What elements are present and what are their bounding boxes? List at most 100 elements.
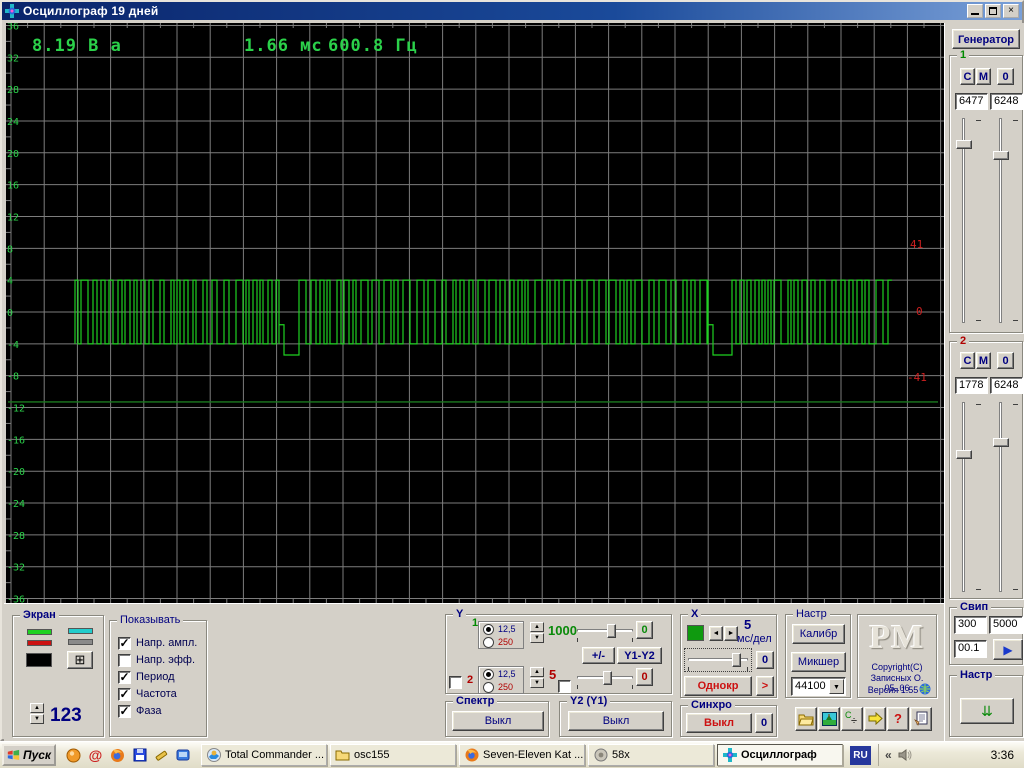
spectrum-toggle-button[interactable]: Выкл	[452, 711, 544, 731]
start-button[interactable]: Пуск	[2, 744, 56, 766]
y1-y2-button[interactable]: Y1-Y2	[617, 647, 662, 664]
trace2-color-swatch[interactable]	[27, 640, 52, 646]
y1-spinner[interactable]: ▲ ▼	[530, 622, 544, 643]
task-total-commander[interactable]: Total Commander ...	[201, 744, 327, 766]
chevron-down-icon[interactable]: ▼	[829, 679, 844, 694]
minimize-button[interactable]	[967, 4, 983, 18]
sync-zero-button[interactable]: 0	[755, 713, 773, 733]
sweep-start-field[interactable]: 300	[954, 616, 987, 634]
sweep-end-field[interactable]: 5000	[989, 616, 1023, 634]
down-icon[interactable]: ▼	[530, 633, 544, 643]
sweep-settings-button[interactable]: ⇊	[960, 698, 1014, 724]
slider-thumb[interactable]	[956, 450, 972, 459]
language-indicator[interactable]: RU	[850, 745, 871, 765]
y2-range-250-radio[interactable]	[483, 682, 494, 693]
slider-thumb[interactable]	[603, 671, 612, 685]
ch1-m-button[interactable]: M	[976, 68, 991, 85]
down-icon[interactable]: ▼	[530, 678, 544, 688]
y2-spinner[interactable]: ▲ ▼	[530, 667, 544, 688]
slider-thumb[interactable]	[956, 140, 972, 149]
y1-zero-button[interactable]: 0	[636, 621, 653, 639]
slider-thumb[interactable]	[607, 624, 616, 638]
ch1-freq-slider[interactable]	[956, 118, 981, 323]
screen-counter-spinner[interactable]: ▲ ▼	[30, 703, 44, 724]
ch1-amp-field[interactable]: 6248	[990, 93, 1023, 110]
x-left-button[interactable]: ◄	[709, 626, 723, 641]
up-icon[interactable]: ▲	[30, 703, 44, 713]
sweep-play-button[interactable]: ▶	[993, 639, 1023, 660]
single-sweep-button[interactable]: Однокр	[684, 676, 752, 696]
calculator-button[interactable]: C ÷	[841, 707, 863, 731]
up-icon[interactable]: ▲	[530, 667, 544, 677]
show-period-checkbox[interactable]: ✓	[118, 671, 131, 684]
save-icon[interactable]	[131, 747, 148, 764]
next-sweep-button[interactable]: >	[756, 676, 774, 696]
task-58x[interactable]: 58x	[588, 744, 714, 766]
title-bar[interactable]: Осциллограф 19 дней ×	[2, 2, 1022, 20]
globe-icon[interactable]	[919, 683, 931, 695]
show-amplitude-checkbox[interactable]: ✓	[118, 637, 131, 650]
show-frequency-checkbox[interactable]: ✓	[118, 688, 131, 701]
show-desktop-icon[interactable]	[175, 747, 192, 764]
tray-expand-icon[interactable]: «	[885, 748, 892, 762]
calibrate-button[interactable]: Калибр	[792, 624, 845, 644]
ch2-freq-slider[interactable]	[956, 402, 981, 592]
volume-icon[interactable]	[898, 749, 912, 761]
forward-button[interactable]	[864, 707, 886, 731]
y2-position-slider[interactable]	[577, 671, 633, 689]
task-oscillograph[interactable]: Осциллограф	[717, 744, 843, 766]
down-icon[interactable]: ▼	[30, 714, 44, 724]
ch2-amp-slider[interactable]	[993, 402, 1018, 592]
sync-toggle-button[interactable]: Выкл	[686, 713, 752, 733]
generator-button[interactable]: Генератор	[952, 29, 1020, 49]
ch1-c-button[interactable]: C	[960, 68, 975, 85]
task-seven-eleven[interactable]: Seven-Eleven Kat ...	[459, 744, 585, 766]
ch2-amp-field[interactable]: 6248	[990, 377, 1023, 394]
ch2-zero-button[interactable]: 0	[997, 352, 1014, 369]
y1-position-slider[interactable]	[577, 624, 633, 642]
task-osc155[interactable]: osc155	[330, 744, 456, 766]
y2-range-125-radio[interactable]	[483, 669, 494, 680]
y-plusminus-button[interactable]: +/-	[582, 647, 615, 664]
spectrum-color-swatch[interactable]	[68, 628, 93, 634]
mixer-button[interactable]: Микшер	[791, 652, 846, 672]
notes-button[interactable]	[910, 707, 932, 731]
ch1-zero-button[interactable]: 0	[997, 68, 1014, 85]
background-color-swatch[interactable]	[26, 653, 52, 667]
y1-range-125-radio[interactable]	[483, 624, 494, 635]
grid-toggle-button[interactable]: ⊞	[67, 651, 93, 669]
slider-thumb[interactable]	[732, 653, 741, 667]
x-right-button[interactable]: ►	[724, 626, 738, 641]
editor-icon[interactable]	[153, 747, 170, 764]
trace1-color-swatch[interactable]	[27, 629, 52, 635]
mail-icon[interactable]: @	[87, 747, 104, 764]
y2y1-toggle-button[interactable]: Выкл	[568, 711, 664, 731]
help-button[interactable]: ?	[887, 707, 909, 731]
restore-button[interactable]	[985, 4, 1001, 18]
save-image-button[interactable]	[818, 707, 840, 731]
slider-thumb[interactable]	[993, 438, 1009, 447]
opera-icon[interactable]	[65, 747, 82, 764]
slider-thumb[interactable]	[993, 151, 1009, 160]
ch2-c-button[interactable]: C	[960, 352, 975, 369]
y2-enable-checkbox[interactable]	[449, 676, 462, 689]
show-phase-checkbox[interactable]: ✓	[118, 705, 131, 718]
y2-zero-button[interactable]: 0	[636, 668, 653, 686]
show-rms-checkbox[interactable]	[118, 654, 131, 667]
y2-extra-checkbox[interactable]	[558, 680, 571, 693]
ch2-m-button[interactable]: M	[976, 352, 991, 369]
firefox-icon[interactable]	[109, 747, 126, 764]
x-position-slider[interactable]	[688, 653, 748, 671]
grid-color-swatch[interactable]	[68, 639, 93, 645]
sweep-step-field[interactable]: 00.1	[954, 640, 987, 658]
up-icon[interactable]: ▲	[530, 622, 544, 632]
ch2-freq-field[interactable]: 1778	[955, 377, 988, 394]
open-file-button[interactable]	[795, 707, 817, 731]
y1-range-250-radio[interactable]	[483, 637, 494, 648]
close-button[interactable]: ×	[1003, 4, 1019, 18]
samplerate-combobox[interactable]: 44100 ▼	[791, 677, 846, 696]
x-zero-button[interactable]: 0	[756, 651, 774, 669]
x-color-swatch[interactable]	[687, 625, 704, 641]
ch1-freq-field[interactable]: 6477	[955, 93, 988, 110]
ch1-amp-slider[interactable]	[993, 118, 1018, 323]
